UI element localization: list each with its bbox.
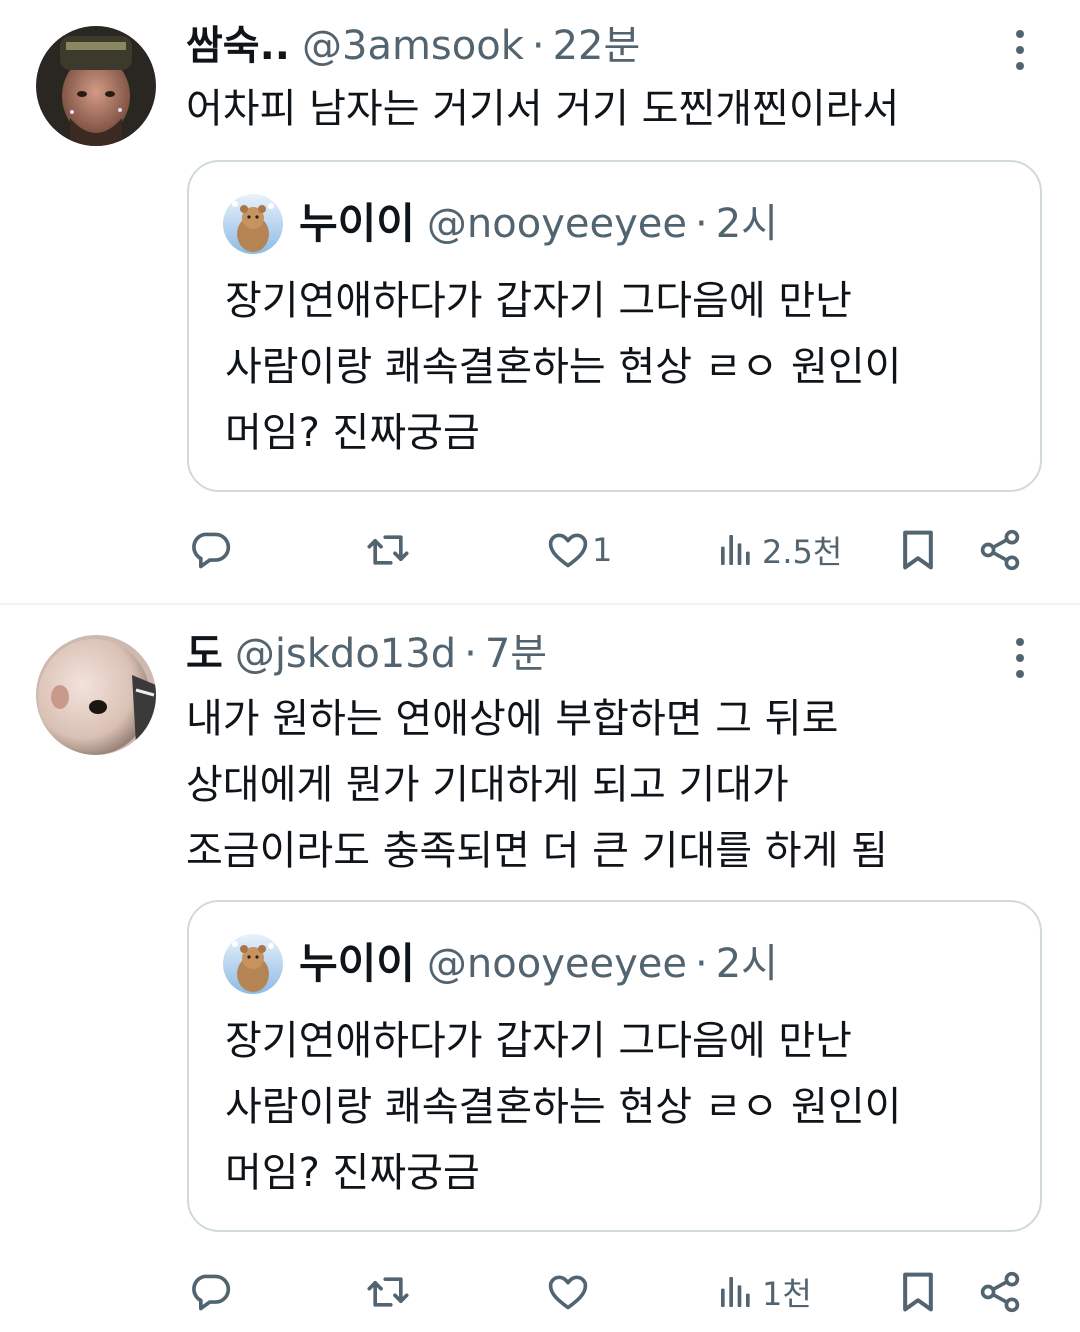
separator: · <box>695 941 708 987</box>
avatar <box>223 934 283 994</box>
avatar <box>223 194 283 254</box>
views-button[interactable]: 2.5천 <box>716 520 842 580</box>
quoted-tweet-text: 장기연애하다가 갑자기 그다음에 만난 사람이랑 쾌속결혼하는 현상 ㄹㅇ 원인… <box>225 268 1025 466</box>
retweet-button[interactable] <box>366 520 416 580</box>
text-line: 상대에게 뭔가 기대하게 되고 기대가 <box>186 762 789 808</box>
like-button[interactable]: 1 <box>546 520 612 580</box>
tweet[interactable]: 도 @jskdo13d · 7분 내가 원하는 연애상에 부합하면 그 뒤로 상… <box>0 605 1080 1332</box>
retweet-icon <box>366 528 410 572</box>
user-handle: @nooyeeyee <box>426 941 687 987</box>
quoted-tweet-header: 누이이 @nooyeeyee · 2시 <box>299 200 778 248</box>
action-bar: 1천 <box>0 1262 1080 1322</box>
retweet-icon <box>366 1270 410 1314</box>
user-handle[interactable]: @3amsook <box>302 22 524 70</box>
bookmark-icon <box>896 1270 940 1314</box>
text-line: 장기연애하다가 갑자기 그다음에 만난 <box>225 278 852 324</box>
avatar[interactable] <box>36 26 156 146</box>
share-icon <box>978 528 1022 572</box>
display-name[interactable]: 쌈숙.. <box>186 22 290 70</box>
share-icon <box>978 1270 1022 1314</box>
like-button[interactable] <box>546 1262 596 1322</box>
views-icon <box>716 1272 756 1312</box>
share-button[interactable] <box>978 1262 1022 1322</box>
display-name[interactable]: 도 <box>186 630 223 678</box>
like-count: 1 <box>592 531 613 569</box>
quoted-tweet[interactable]: 누이이 @nooyeeyee · 2시 장기연애하다가 갑자기 그다음에 만난 … <box>187 900 1042 1232</box>
reply-button[interactable] <box>188 520 238 580</box>
share-button[interactable] <box>978 520 1022 580</box>
tweet[interactable]: 쌈숙.. @3amsook · 22분 어차피 남자는 거기서 거기 도찐개찐이… <box>0 0 1080 604</box>
quoted-tweet[interactable]: 누이이 @nooyeeyee · 2시 장기연애하다가 갑자기 그다음에 만난 … <box>187 160 1042 492</box>
bookmark-button[interactable] <box>896 1262 940 1322</box>
text-line: 내가 원하는 연애상에 부합하면 그 뒤로 <box>186 696 839 742</box>
views-count: 1천 <box>762 1275 812 1313</box>
quoted-tweet-text: 장기연애하다가 갑자기 그다음에 만난 사람이랑 쾌속결혼하는 현상 ㄹㅇ 원인… <box>225 1008 1025 1206</box>
timestamp: 2시 <box>715 201 778 247</box>
user-handle[interactable]: @jskdo13d <box>235 630 456 678</box>
more-icon[interactable] <box>1012 638 1028 678</box>
text-line: 조금이라도 충족되면 더 큰 기대를 하게 됨 <box>186 828 888 874</box>
heart-icon <box>546 528 590 572</box>
heart-icon <box>546 1270 590 1314</box>
tweet-header: 쌈숙.. @3amsook · 22분 <box>186 22 640 70</box>
tweet-text: 어차피 남자는 거기서 거기 도찐개찐이라서 <box>186 86 900 132</box>
text-line: 사람이랑 쾌속결혼하는 현상 ㄹㅇ 원인이 <box>225 344 902 390</box>
avatar[interactable] <box>36 635 156 755</box>
retweet-button[interactable] <box>366 1262 416 1322</box>
quoted-tweet-header: 누이이 @nooyeeyee · 2시 <box>299 940 778 988</box>
separator: · <box>464 631 477 677</box>
text-line: 사람이랑 쾌속결혼하는 현상 ㄹㅇ 원인이 <box>225 1084 902 1130</box>
text-line: 머임? 진짜궁금 <box>225 410 480 456</box>
text-line: 머임? 진짜궁금 <box>225 1150 480 1196</box>
user-handle: @nooyeeyee <box>426 201 687 247</box>
timestamp[interactable]: 22분 <box>553 22 641 70</box>
views-button[interactable]: 1천 <box>716 1262 812 1322</box>
reply-button[interactable] <box>188 1262 238 1322</box>
separator: · <box>531 23 545 69</box>
bookmark-icon <box>896 528 940 572</box>
reply-icon <box>188 528 232 572</box>
views-icon <box>716 530 756 570</box>
views-count: 2.5천 <box>762 533 843 571</box>
bookmark-button[interactable] <box>896 520 940 580</box>
text-line: 장기연애하다가 갑자기 그다음에 만난 <box>225 1018 852 1064</box>
display-name: 누이이 <box>299 199 415 248</box>
reply-icon <box>188 1270 232 1314</box>
tweet-header: 도 @jskdo13d · 7분 <box>186 630 547 678</box>
separator: · <box>695 201 708 247</box>
timestamp[interactable]: 7분 <box>485 630 547 678</box>
display-name: 누이이 <box>299 939 415 988</box>
action-bar: 1 2.5천 <box>0 520 1080 580</box>
timestamp: 2시 <box>715 941 778 987</box>
tweet-text: 내가 원하는 연애상에 부합하면 그 뒤로 상대에게 뭔가 기대하게 되고 기대… <box>186 686 1026 884</box>
more-icon[interactable] <box>1012 30 1028 70</box>
